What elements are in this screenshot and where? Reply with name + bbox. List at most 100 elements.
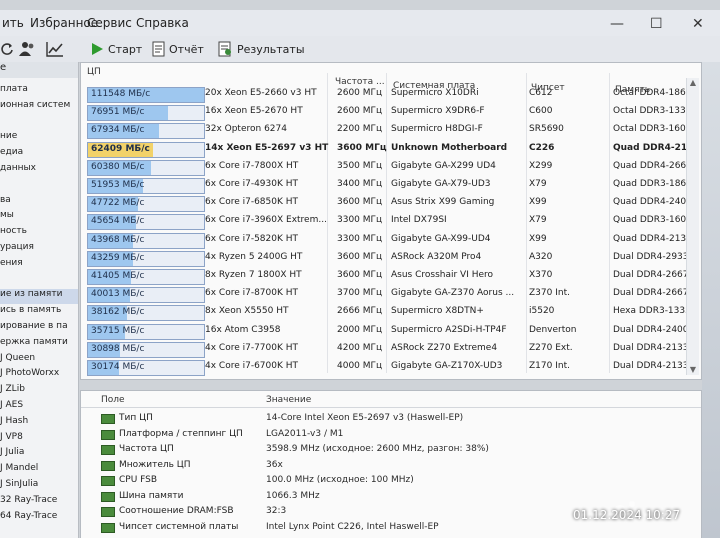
sidebar-item[interactable]: мы: [0, 210, 78, 225]
report-button[interactable]: Отчёт: [152, 38, 204, 60]
cell-frequency: 4000 МГц: [337, 361, 383, 371]
results-button[interactable]: Результаты: [218, 38, 305, 60]
start-button[interactable]: Старт: [90, 38, 142, 60]
sidebar-item[interactable]: ения: [0, 258, 78, 273]
sidebar-item[interactable]: 64 Ray-Trace: [0, 511, 78, 526]
sidebar-item[interactable]: ись в память: [0, 305, 78, 320]
report-label: Отчёт: [169, 42, 204, 56]
maximize-button[interactable]: ☐: [650, 16, 663, 32]
sidebar-item[interactable]: J ZLib: [0, 384, 78, 399]
cell-chipset: Z270 Ext.: [529, 342, 573, 353]
cell-memory: Octal DDR3-1333: [613, 106, 689, 117]
cell-frequency: 2600 МГц: [337, 88, 383, 98]
sidebar-item[interactable]: плата: [0, 84, 78, 99]
sidebar-item[interactable]: J Mandel: [0, 463, 78, 478]
sidebar-item[interactable]: 32 Ray-Trace: [0, 495, 78, 510]
details-row[interactable]: Платформа / степпинг ЦП LGA2011-v3 / M1: [81, 427, 701, 442]
table-row[interactable]: 47722 МБ/с 6x Core i7-6850K HT 3600 МГц Asu…: [83, 194, 689, 213]
table-row[interactable]: 35715 МБ/с 16x Atom C3958 2000 МГц Supermic…: [83, 322, 689, 340]
cell-motherboard: Asus Crosshair VI Hero: [391, 270, 494, 280]
cell-memory: Dual DDR4-2667: [613, 270, 689, 280]
sidebar-item[interactable]: J Hash: [0, 416, 78, 431]
sidebar-tab[interactable]: е: [0, 62, 78, 78]
table-row[interactable]: 43968 МБ/с 6x Core i7-5820K HT 3300 МГц Gig…: [83, 231, 689, 249]
details-row[interactable]: Частота ЦП 3598.9 MHz (исходное: 2600 MHz…: [81, 442, 701, 457]
scrollbar[interactable]: ▲ ▼: [686, 78, 699, 375]
table-row[interactable]: 30174 МБ/с 4x Core i7-6700K HT 4000 МГц Gig…: [83, 358, 689, 376]
table-row[interactable]: 40013 МБ/с 6x Core i7-8700K HT 3700 МГц Gig…: [83, 285, 689, 304]
sidebar-item[interactable]: J VP8: [0, 432, 78, 447]
cell-cpu: 20x Xeon E5-2660 v3 HT: [205, 88, 317, 98]
cell-memory: Dual DDR4-2133: [613, 361, 689, 371]
sidebar-item[interactable]: [0, 179, 78, 194]
sidebar-item[interactable]: ние: [0, 131, 78, 146]
table-row[interactable]: 76951 МБ/с 16x Xeon E5-2670 HT 2600 МГц Sup…: [83, 103, 689, 122]
sidebar-item[interactable]: едиа: [0, 147, 78, 162]
details-header-field[interactable]: Поле: [101, 395, 125, 405]
table-row[interactable]: 62409 МБ/с 14x Xeon E5-2697 v3 HT 3600 МГц…: [83, 140, 689, 158]
table-row[interactable]: 43259 МБ/с 4x Ryzen 5 2400G HT 3600 МГц ASR…: [83, 249, 689, 267]
cell-memory: Octal DDR4-1866: [613, 88, 689, 98]
details-header-value[interactable]: Значение: [266, 395, 311, 405]
toolbar: Старт Отчёт Результаты: [0, 36, 720, 63]
sidebar-item[interactable]: [0, 274, 78, 289]
menu-tools[interactable]: Сервис: [87, 16, 132, 30]
table-row[interactable]: 45654 МБ/с 6x Core i7-3960X Extrem... 3300…: [83, 212, 689, 231]
sidebar-item[interactable]: J AES: [0, 400, 78, 415]
score-bar: 51953 МБ/с: [87, 178, 205, 194]
menu-help[interactable]: Справка: [136, 16, 189, 30]
score-bar: 41405 МБ/с: [87, 269, 205, 285]
sidebar-item[interactable]: J Queen: [0, 353, 78, 368]
sidebar-item[interactable]: ержка памяти: [0, 337, 78, 352]
cell-cpu: 8x Ryzen 7 1800X HT: [205, 270, 302, 280]
details-row[interactable]: CPU FSB 100.0 MHz (исходное: 100 MHz): [81, 473, 701, 488]
details-row[interactable]: Шина памяти 1066.3 MHz: [81, 489, 701, 504]
sidebar-item[interactable]: ионная систем: [0, 100, 78, 115]
details-row[interactable]: Множитель ЦП 36x: [81, 458, 701, 473]
sidebar-item[interactable]: J Julia: [0, 447, 78, 462]
score-bar: 30898 МБ/с: [87, 341, 205, 358]
details-row[interactable]: Тип ЦП 14-Core Intel Xeon E5-2697 v3 (Has…: [81, 411, 701, 426]
cell-memory: Quad DDR3-1600: [613, 215, 689, 226]
sidebar-item[interactable]: [0, 116, 78, 131]
table-row[interactable]: 51953 МБ/с 6x Core i7-4930K HT 3400 МГц Gig…: [83, 176, 689, 194]
cell-motherboard: Gigabyte GA-X299 UD4: [391, 160, 496, 171]
table-row[interactable]: 30898 МБ/с 4x Core i7-7700K HT 4200 МГц ASR…: [83, 340, 689, 358]
cell-memory: Quad DDR4-2400: [613, 197, 689, 208]
sidebar-item[interactable]: J PhotoWorxx: [0, 368, 78, 383]
results-label: Результаты: [237, 42, 305, 56]
sidebar-item[interactable]: ва: [0, 195, 78, 210]
minimize-button[interactable]: —: [610, 16, 624, 32]
sidebar-item[interactable]: урация: [0, 242, 78, 257]
user-icon[interactable]: [18, 38, 40, 60]
refresh-icon[interactable]: [0, 38, 18, 60]
chip-icon: [101, 507, 115, 517]
menu-file[interactable]: ить: [2, 16, 24, 30]
table-row[interactable]: 60380 МБ/с 6x Core i7-7800X HT 3500 МГц Gig…: [83, 158, 689, 176]
table-row[interactable]: 67934 МБ/с 32x Opteron 6274 2200 МГц Superm…: [83, 121, 689, 140]
details-field-name: Шина памяти: [119, 490, 184, 501]
cell-motherboard: Asus Strix X99 Gaming: [391, 197, 495, 208]
score-value: 30898 МБ/с: [91, 343, 145, 354]
sidebar-item[interactable]: J SinJulia: [0, 479, 78, 494]
score-value: 40013 МБ/с: [91, 289, 145, 300]
table-row[interactable]: 111548 МБ/с 20x Xeon E5-2660 v3 HT 2600 МГ…: [83, 85, 689, 103]
cell-memory: Dual DDR4-2400: [613, 324, 689, 335]
sidebar-item[interactable]: ирование в па: [0, 321, 78, 336]
sidebar-item[interactable]: данных: [0, 163, 78, 178]
score-bar: 43259 МБ/с: [87, 250, 205, 267]
scroll-up-icon[interactable]: ▲: [688, 78, 698, 88]
score-value: 47722 МБ/с: [91, 198, 145, 209]
cell-chipset: X99: [529, 197, 547, 208]
table-row[interactable]: 38162 МБ/с 8x Xeon X5550 HT 2666 МГц Superm…: [83, 303, 689, 322]
table-row[interactable]: 41405 МБ/с 8x Ryzen 7 1800X HT 3600 МГц Asu…: [83, 267, 689, 285]
sidebar-item[interactable]: ность: [0, 226, 78, 241]
scroll-down-icon[interactable]: ▼: [688, 365, 698, 375]
column-header-cpu[interactable]: ЦП: [87, 67, 101, 83]
chart-icon[interactable]: [46, 38, 68, 60]
score-bar: 67934 МБ/с: [87, 123, 205, 140]
sidebar-item[interactable]: ие из памяти: [0, 289, 78, 305]
score-value: 111548 МБ/с: [91, 89, 151, 99]
close-button[interactable]: ✕: [692, 16, 704, 32]
score-value: 38162 МБ/с: [91, 307, 145, 318]
